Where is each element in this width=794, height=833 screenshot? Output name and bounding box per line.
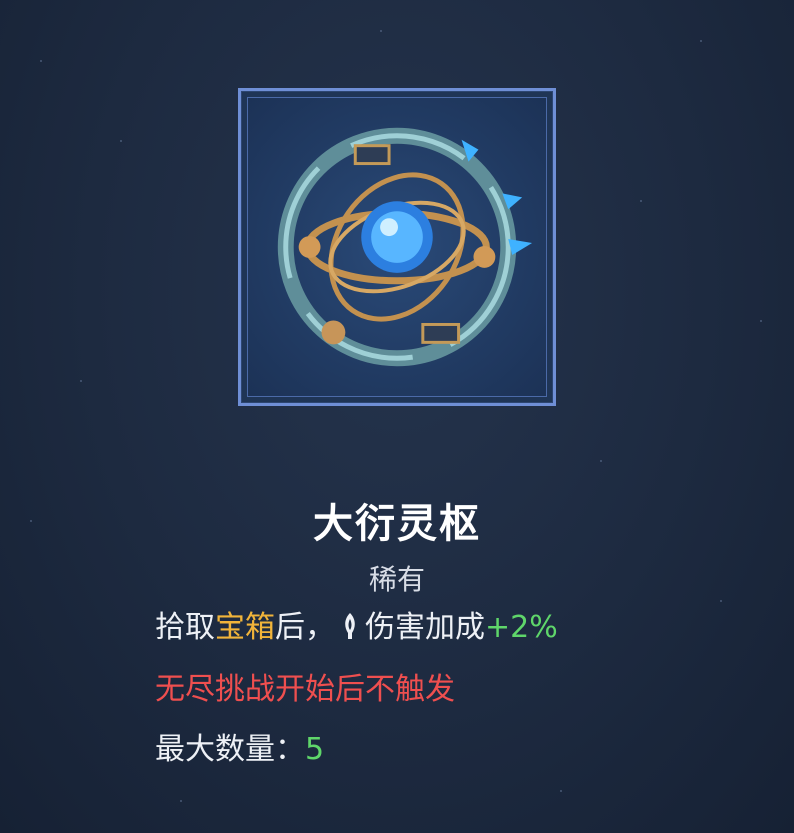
restriction-text: 无尽挑战开始后不触发 <box>155 672 455 707</box>
pickup-prefix: 拾取 <box>155 610 215 645</box>
item-icon-frame <box>238 88 556 406</box>
item-rarity: 稀有 <box>368 563 425 596</box>
pickup-suffix: 后， <box>275 610 335 645</box>
item-icon-background <box>247 97 547 397</box>
chest-keyword: 宝箱 <box>215 610 275 645</box>
stat-value: +2% <box>485 610 558 645</box>
max-quantity-label: 最大数量： <box>155 732 305 767</box>
item-name: 大衍灵枢 <box>313 501 481 547</box>
stat-label: 伤害加成 <box>365 610 485 645</box>
max-quantity: 最大数量：5 <box>155 730 324 770</box>
armillary-sphere-relic-icon <box>277 127 533 367</box>
effect-description: 拾取宝箱后， 伤害加成+2% <box>155 608 558 648</box>
claw-damage-icon <box>345 613 355 639</box>
max-quantity-value: 5 <box>305 732 325 767</box>
